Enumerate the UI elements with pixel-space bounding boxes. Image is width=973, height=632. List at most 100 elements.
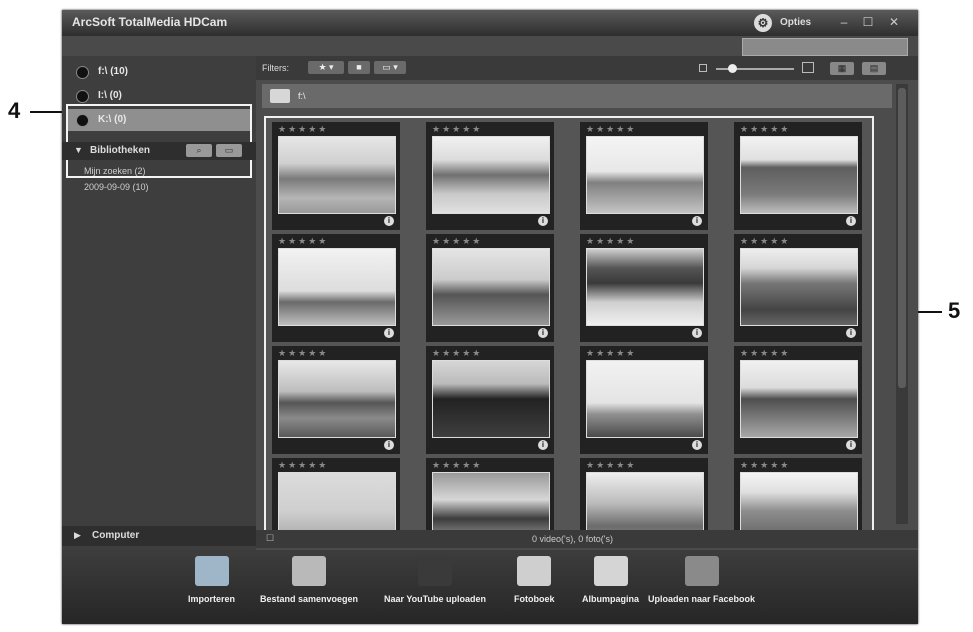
rating-stars[interactable]: ★★★★★ [740, 348, 790, 359]
drive-item-k[interactable]: K:\ (0) [68, 109, 250, 131]
info-icon[interactable]: i [538, 328, 548, 338]
sidebar: f:\ (10) I:\ (0) K:\ (0) ▼ Bibliotheken … [62, 56, 256, 550]
media-thumbnail[interactable]: ★★★★★ i [580, 122, 708, 230]
scrollbar-thumb[interactable] [898, 88, 906, 388]
title-bar: ArcSoft TotalMedia HDCam ⚙ Opties – ☐ ✕ [62, 10, 918, 36]
photobook-icon [517, 556, 552, 586]
drive-label: f:\ (10) [98, 66, 128, 77]
photo-preview [278, 360, 396, 438]
status-bar: ☐ 0 video('s), 0 foto('s) [256, 530, 918, 548]
rating-stars[interactable]: ★★★★★ [740, 460, 790, 471]
action-import[interactable]: Importeren [188, 556, 235, 604]
action-merge-files[interactable]: Bestand samenvoegen [260, 556, 358, 604]
grid-view-icon[interactable]: ▦ [830, 62, 854, 75]
rating-stars[interactable]: ★★★★★ [432, 348, 482, 359]
drive-item-i[interactable]: I:\ (0) [68, 85, 250, 107]
rating-stars[interactable]: ★★★★★ [278, 124, 328, 135]
filter-bar: Filters: ★ ▾ ■ ▭ ▾ ▦ ▤ [256, 56, 918, 80]
photo-preview [586, 360, 704, 438]
info-icon[interactable]: i [692, 440, 702, 450]
info-icon[interactable]: i [538, 216, 548, 226]
filter-type-button[interactable]: ■ [348, 61, 370, 74]
info-icon[interactable]: i [846, 440, 856, 450]
filter-rating-button[interactable]: ★ ▾ [308, 61, 344, 74]
info-icon[interactable]: i [692, 216, 702, 226]
drive-item-f[interactable]: f:\ (10) [68, 61, 250, 83]
rating-stars[interactable]: ★★★★★ [432, 236, 482, 247]
options-button[interactable]: Opties [780, 17, 811, 28]
photo-preview [586, 248, 704, 326]
library-item[interactable]: 2009-09-09 (10) [84, 182, 149, 192]
path-label: f:\ [298, 91, 306, 101]
media-thumbnail[interactable]: ★★★★★ i [426, 346, 554, 454]
thumbnail-grid: ★★★★★ i ★★★★★ i ★★★★★ i ★★★★★ i ★★★★★ i ★★★★★ i ★★★★… [264, 116, 874, 532]
media-thumbnail[interactable]: ★★★★★ i [272, 122, 400, 230]
action-label: Uploaden naar Facebook [648, 594, 756, 604]
rating-stars[interactable]: ★★★★★ [740, 124, 790, 135]
info-icon[interactable]: i [538, 440, 548, 450]
rating-stars[interactable]: ★★★★★ [586, 124, 636, 135]
drive-icon [76, 66, 89, 79]
info-icon[interactable]: i [846, 328, 856, 338]
action-label: Bestand samenvoegen [260, 594, 359, 604]
search-input[interactable] [742, 38, 908, 56]
rating-stars[interactable]: ★★★★★ [586, 236, 636, 247]
action-album-page[interactable]: Albumpagina [582, 556, 639, 604]
filter-media-button[interactable]: ▭ ▾ [374, 61, 406, 74]
media-thumbnail[interactable]: ★★★★★ i [734, 234, 862, 342]
rating-stars[interactable]: ★★★★★ [278, 460, 328, 471]
info-icon[interactable]: i [384, 328, 394, 338]
minimize-icon[interactable]: – [836, 15, 852, 29]
library-search-icon[interactable]: ⌕ [186, 144, 212, 157]
media-thumbnail[interactable]: ★★★★★ i [734, 122, 862, 230]
photo-preview [740, 472, 858, 530]
media-thumbnail[interactable]: ★★★★★ i [734, 346, 862, 454]
media-thumbnail[interactable]: ★★★★★ i [426, 122, 554, 230]
photo-preview [432, 472, 550, 530]
info-icon[interactable]: i [384, 440, 394, 450]
rating-stars[interactable]: ★★★★★ [586, 348, 636, 359]
zoom-large-icon [802, 62, 814, 73]
action-photobook[interactable]: Fotoboek [514, 556, 555, 604]
rating-stars[interactable]: ★★★★★ [432, 460, 482, 471]
computer-section[interactable]: ▶ Computer [62, 526, 256, 546]
zoom-slider-handle[interactable] [728, 64, 737, 73]
album-page-icon [593, 556, 628, 586]
media-thumbnail[interactable]: ★★★★★i [272, 458, 400, 530]
rating-stars[interactable]: ★★★★★ [278, 236, 328, 247]
action-facebook[interactable]: Uploaden naar Facebook [648, 556, 755, 604]
library-label: Bibliotheken [90, 145, 151, 156]
rating-stars[interactable]: ★★★★★ [278, 348, 328, 359]
main-area: Filters: ★ ▾ ■ ▭ ▾ ▦ ▤ f:\ ★★★★★ i ★★★★★ i ★… [256, 56, 918, 550]
drive-label: I:\ (0) [98, 90, 122, 101]
info-icon[interactable]: i [692, 328, 702, 338]
info-icon[interactable]: i [384, 216, 394, 226]
media-thumbnail[interactable]: ★★★★★ i [426, 234, 554, 342]
action-youtube[interactable]: Naar YouTube uploaden [384, 556, 486, 604]
library-add-icon[interactable]: ▭ [216, 144, 242, 157]
media-thumbnail[interactable]: ★★★★★ i [580, 234, 708, 342]
photo-preview [432, 136, 550, 214]
vertical-scrollbar[interactable] [896, 84, 908, 524]
rating-stars[interactable]: ★★★★★ [586, 460, 636, 471]
media-thumbnail[interactable]: ★★★★★ i [272, 346, 400, 454]
close-icon[interactable]: ✕ [886, 15, 902, 29]
action-label: Importeren [188, 594, 236, 604]
photo-preview [740, 136, 858, 214]
maximize-icon[interactable]: ☐ [860, 15, 876, 29]
media-thumbnail[interactable]: ★★★★★i [426, 458, 554, 530]
info-icon[interactable]: i [846, 216, 856, 226]
path-bar: f:\ [262, 84, 892, 108]
list-view-icon[interactable]: ▤ [862, 62, 886, 75]
gear-icon[interactable]: ⚙ [754, 14, 772, 32]
media-thumbnail[interactable]: ★★★★★i [734, 458, 862, 530]
status-checkbox-icon[interactable]: ☐ [266, 533, 274, 544]
rating-stars[interactable]: ★★★★★ [740, 236, 790, 247]
media-thumbnail[interactable]: ★★★★★ i [580, 346, 708, 454]
library-header[interactable]: ▼ Bibliotheken ⌕ ▭ [62, 142, 256, 160]
expand-icon: ▶ [74, 530, 81, 540]
media-thumbnail[interactable]: ★★★★★i [580, 458, 708, 530]
rating-stars[interactable]: ★★★★★ [432, 124, 482, 135]
media-thumbnail[interactable]: ★★★★★ i [272, 234, 400, 342]
library-item[interactable]: Mijn zoeken (2) [84, 166, 146, 176]
